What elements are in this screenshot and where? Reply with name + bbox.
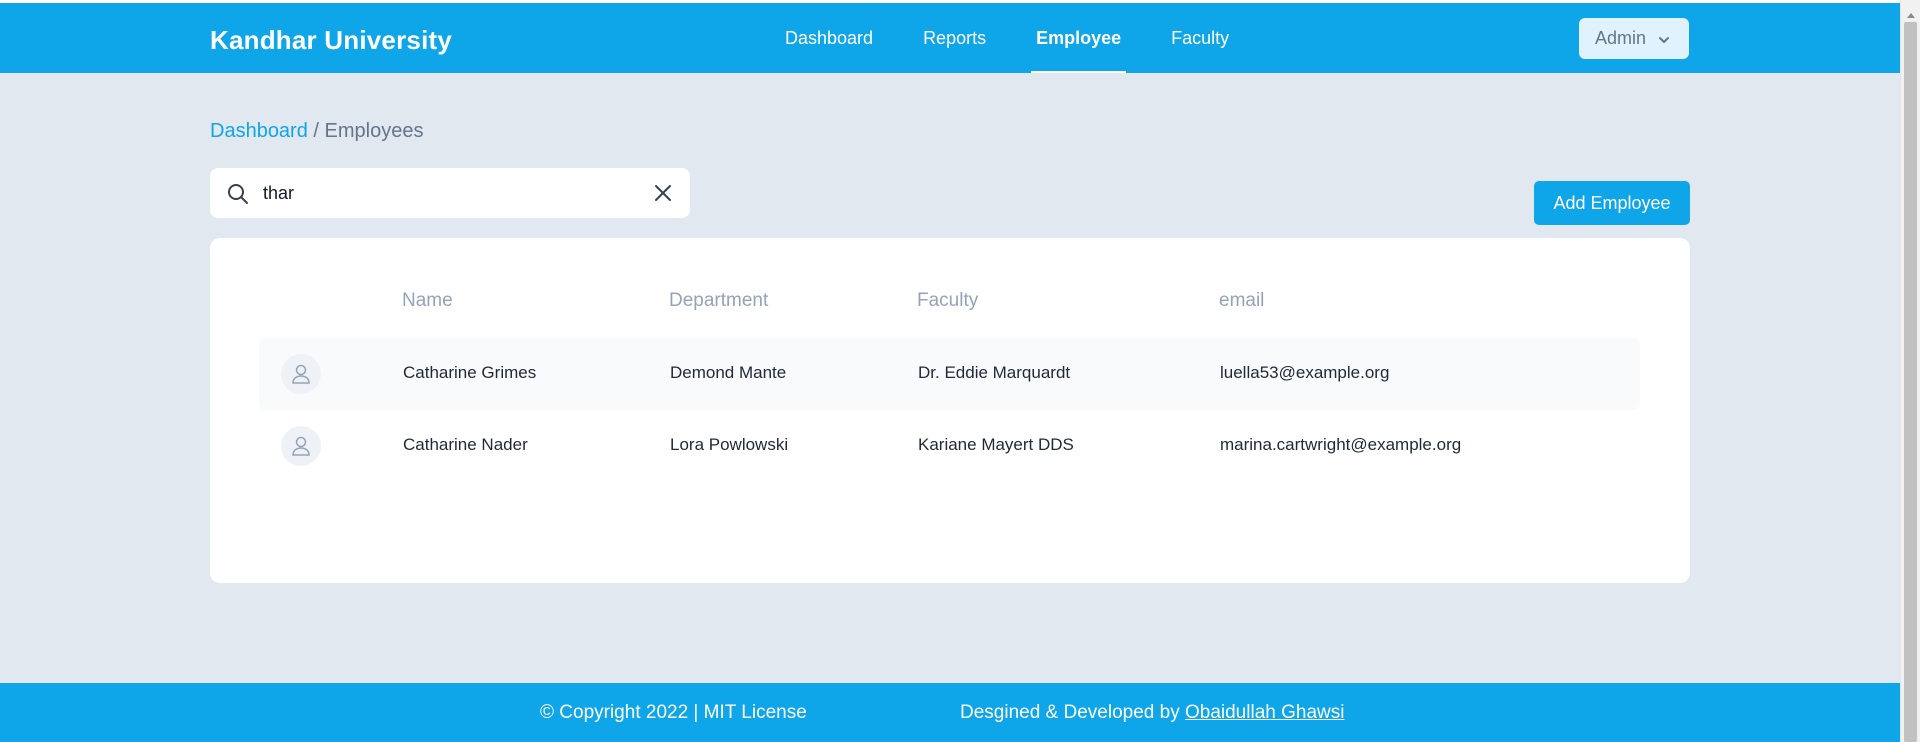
cell-name: Catharine Nader: [403, 435, 528, 454]
column-header-name: Name: [402, 290, 453, 311]
nav-employee[interactable]: Employee: [1031, 3, 1127, 73]
add-employee-button[interactable]: Add Employee: [1534, 181, 1690, 225]
cell-faculty: Kariane Mayert DDS: [918, 435, 1074, 454]
vertical-scrollbar[interactable]: [1900, 0, 1920, 742]
cell-department: Demond Mante: [670, 363, 787, 382]
column-header-faculty: Faculty: [917, 290, 979, 311]
admin-label: Admin: [1595, 28, 1647, 48]
cell-name: Catharine Grimes: [403, 363, 537, 382]
cell-department: Lora Powlowski: [670, 435, 789, 454]
nav-dashboard[interactable]: Dashboard: [780, 3, 878, 73]
cell-faculty: Dr. Eddie Marquardt: [918, 363, 1071, 382]
user-icon: [281, 426, 321, 466]
footer-credit-prefix: Desgined & Developed by: [960, 702, 1185, 723]
table-row[interactable]: Catharine Grimes Demond Mante Dr. Eddie …: [259, 338, 1640, 410]
chevron-down-icon: [1657, 31, 1671, 52]
search-input[interactable]: [263, 178, 643, 208]
employee-table-card: Name Department Faculty email Catharine …: [210, 238, 1690, 583]
main-nav: Dashboard Reports Employee Faculty: [780, 3, 1274, 73]
column-header-department: Department: [669, 290, 769, 311]
breadcrumb: Dashboard / Employees: [210, 120, 423, 143]
footer-author-link[interactable]: Obaidullah Ghawsi: [1185, 702, 1344, 723]
table-row[interactable]: Catharine Nader Lora Powlowski Kariane M…: [259, 410, 1640, 482]
scrollbar-thumb[interactable]: [1904, 22, 1917, 742]
brand-title[interactable]: Kandhar University: [210, 25, 452, 56]
cell-email: luella53@example.org: [1220, 363, 1390, 382]
breadcrumb-separator: /: [307, 120, 325, 142]
user-icon: [281, 354, 321, 394]
navbar: Kandhar University Dashboard Reports Emp…: [0, 3, 1900, 73]
admin-dropdown[interactable]: Admin: [1579, 18, 1689, 59]
nav-faculty[interactable]: Faculty: [1166, 3, 1234, 73]
footer: © Copyright 2022 | MIT License Desgined …: [0, 683, 1900, 742]
breadcrumb-dashboard-link[interactable]: Dashboard: [210, 120, 308, 142]
footer-credit: Desgined & Developed by Obaidullah Ghaws…: [960, 702, 1344, 724]
breadcrumb-current: Employees: [324, 120, 424, 142]
column-header-email: email: [1219, 290, 1265, 311]
search-box: [210, 168, 690, 218]
search-icon: [226, 182, 250, 211]
cell-email: marina.cartwright@example.org: [1220, 435, 1462, 454]
close-icon[interactable]: [652, 182, 674, 204]
footer-copyright: © Copyright 2022 | MIT License: [540, 702, 807, 723]
nav-reports[interactable]: Reports: [918, 3, 991, 73]
